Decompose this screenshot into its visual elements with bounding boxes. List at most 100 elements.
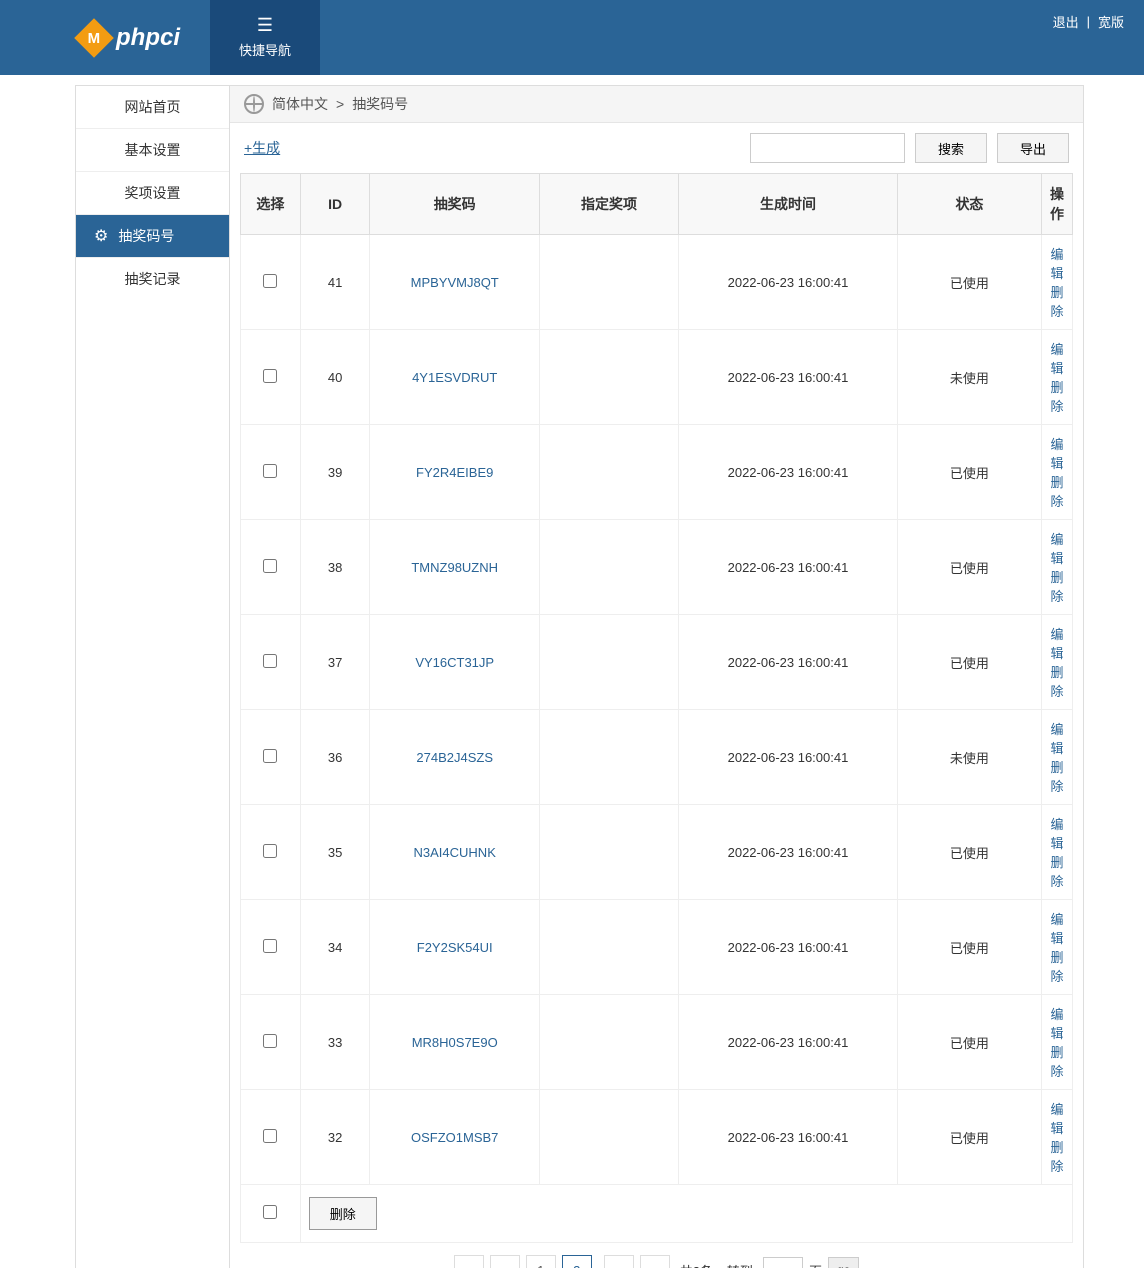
code-link[interactable]: FY2R4EIBE9 xyxy=(416,465,493,480)
sidebar-item-lottery-records[interactable]: 抽奖记录 xyxy=(76,257,229,300)
cell-prize xyxy=(539,520,678,615)
toolbar: +生成 搜索 导出 xyxy=(230,123,1083,173)
cell-prize xyxy=(539,330,678,425)
cell-status: 未使用 xyxy=(897,330,1041,425)
edit-link[interactable]: 编辑 xyxy=(1050,627,1063,661)
cell-id: 33 xyxy=(300,995,370,1090)
cell-status: 已使用 xyxy=(897,805,1041,900)
edit-link[interactable]: 编辑 xyxy=(1050,912,1063,946)
sidebar-item-prize-settings[interactable]: 奖项设置 xyxy=(76,171,229,214)
edit-link[interactable]: 编辑 xyxy=(1050,1007,1063,1041)
row-checkbox[interactable] xyxy=(263,1034,277,1048)
page-prev-button[interactable]: ‹ xyxy=(490,1255,520,1268)
cell-prize xyxy=(539,235,678,330)
th-prize: 指定奖项 xyxy=(539,174,678,235)
breadcrumb-page: 抽奖码号 xyxy=(352,94,408,114)
delete-link[interactable]: 删除 xyxy=(1050,1045,1063,1079)
delete-link[interactable]: 删除 xyxy=(1050,950,1063,984)
separator: | xyxy=(1087,14,1090,29)
row-checkbox[interactable] xyxy=(263,844,277,858)
page-next-button[interactable]: › xyxy=(604,1255,634,1268)
breadcrumb-sep: > xyxy=(336,96,344,112)
code-link[interactable]: VY16CT31JP xyxy=(415,655,494,670)
th-status: 状态 xyxy=(897,174,1041,235)
code-link[interactable]: 4Y1ESVDRUT xyxy=(412,370,497,385)
logo-text: phpci xyxy=(116,24,180,52)
row-checkbox[interactable] xyxy=(263,559,277,573)
delete-link[interactable]: 删除 xyxy=(1050,285,1063,319)
logout-link[interactable]: 退出 xyxy=(1053,12,1079,31)
table-row: 404Y1ESVDRUT2022-06-23 16:00:41未使用编辑 删除 xyxy=(241,330,1073,425)
row-checkbox[interactable] xyxy=(263,654,277,668)
th-code: 抽奖码 xyxy=(370,174,539,235)
edit-link[interactable]: 编辑 xyxy=(1050,722,1063,756)
table-row: 38TMNZ98UZNH2022-06-23 16:00:41已使用编辑 删除 xyxy=(241,520,1073,615)
code-link[interactable]: MPBYVMJ8QT xyxy=(411,275,499,290)
cell-prize xyxy=(539,615,678,710)
cell-status: 已使用 xyxy=(897,615,1041,710)
delete-link[interactable]: 删除 xyxy=(1050,570,1063,604)
page-first-button[interactable]: « xyxy=(454,1255,484,1268)
row-checkbox[interactable] xyxy=(263,1129,277,1143)
code-link[interactable]: MR8H0S7E9O xyxy=(412,1035,498,1050)
row-checkbox[interactable] xyxy=(263,369,277,383)
sidebar-item-lottery-codes[interactable]: ⚙ 抽奖码号 xyxy=(76,214,229,257)
sidebar-item-home[interactable]: 网站首页 xyxy=(76,85,229,128)
batch-delete-button[interactable]: 删除 xyxy=(309,1197,377,1230)
table-row: 39FY2R4EIBE92022-06-23 16:00:41已使用编辑 删除 xyxy=(241,425,1073,520)
quick-nav-button[interactable]: ☰ 快捷导航 xyxy=(210,0,320,75)
breadcrumb-lang[interactable]: 简体中文 xyxy=(272,94,328,114)
page-number-button[interactable]: 1 xyxy=(526,1255,556,1268)
delete-link[interactable]: 删除 xyxy=(1050,855,1063,889)
search-button[interactable]: 搜索 xyxy=(915,133,987,163)
logo[interactable]: M phpci xyxy=(0,0,180,75)
code-link[interactable]: 274B2J4SZS xyxy=(416,750,493,765)
select-all-checkbox[interactable] xyxy=(263,1205,277,1219)
cell-id: 35 xyxy=(300,805,370,900)
row-checkbox[interactable] xyxy=(263,939,277,953)
edit-link[interactable]: 编辑 xyxy=(1050,1102,1063,1136)
delete-link[interactable]: 删除 xyxy=(1050,475,1063,509)
generate-link[interactable]: +生成 xyxy=(244,138,280,158)
logo-icon: M xyxy=(74,18,114,58)
cell-time: 2022-06-23 16:00:41 xyxy=(679,235,898,330)
page-goto-input[interactable] xyxy=(763,1257,803,1268)
row-checkbox[interactable] xyxy=(263,274,277,288)
cell-time: 2022-06-23 16:00:41 xyxy=(679,710,898,805)
delete-link[interactable]: 删除 xyxy=(1050,665,1063,699)
quick-nav-label: 快捷导航 xyxy=(239,40,291,59)
edit-link[interactable]: 编辑 xyxy=(1050,532,1063,566)
cell-time: 2022-06-23 16:00:41 xyxy=(679,1090,898,1185)
page-go-button[interactable]: go xyxy=(828,1257,859,1268)
page-total: 共2条 xyxy=(680,1261,713,1268)
row-checkbox[interactable] xyxy=(263,749,277,763)
search-input[interactable] xyxy=(750,133,905,163)
cell-prize xyxy=(539,805,678,900)
delete-link[interactable]: 删除 xyxy=(1050,1140,1063,1174)
sidebar-item-basic-settings[interactable]: 基本设置 xyxy=(76,128,229,171)
page-number-button[interactable]: 2 xyxy=(562,1255,592,1268)
delete-link[interactable]: 删除 xyxy=(1050,760,1063,794)
code-link[interactable]: F2Y2SK54UI xyxy=(417,940,493,955)
th-id: ID xyxy=(300,174,370,235)
cell-status: 已使用 xyxy=(897,425,1041,520)
code-link[interactable]: OSFZO1MSB7 xyxy=(411,1130,498,1145)
page-last-button[interactable]: » xyxy=(640,1255,670,1268)
table-row: 32OSFZO1MSB72022-06-23 16:00:41已使用编辑 删除 xyxy=(241,1090,1073,1185)
table-row: 36274B2J4SZS2022-06-23 16:00:41未使用编辑 删除 xyxy=(241,710,1073,805)
table-row: 34F2Y2SK54UI2022-06-23 16:00:41已使用编辑 删除 xyxy=(241,900,1073,995)
table-row: 41MPBYVMJ8QT2022-06-23 16:00:41已使用编辑 删除 xyxy=(241,235,1073,330)
cell-id: 41 xyxy=(300,235,370,330)
code-link[interactable]: N3AI4CUHNK xyxy=(414,845,496,860)
edit-link[interactable]: 编辑 xyxy=(1050,437,1063,471)
delete-link[interactable]: 删除 xyxy=(1050,380,1063,414)
wide-link[interactable]: 宽版 xyxy=(1098,12,1124,31)
header-right: 退出 | 宽版 xyxy=(1053,12,1124,31)
row-checkbox[interactable] xyxy=(263,464,277,478)
code-link[interactable]: TMNZ98UZNH xyxy=(411,560,498,575)
cell-status: 已使用 xyxy=(897,995,1041,1090)
edit-link[interactable]: 编辑 xyxy=(1050,817,1063,851)
export-button[interactable]: 导出 xyxy=(997,133,1069,163)
edit-link[interactable]: 编辑 xyxy=(1050,247,1063,281)
edit-link[interactable]: 编辑 xyxy=(1050,342,1063,376)
